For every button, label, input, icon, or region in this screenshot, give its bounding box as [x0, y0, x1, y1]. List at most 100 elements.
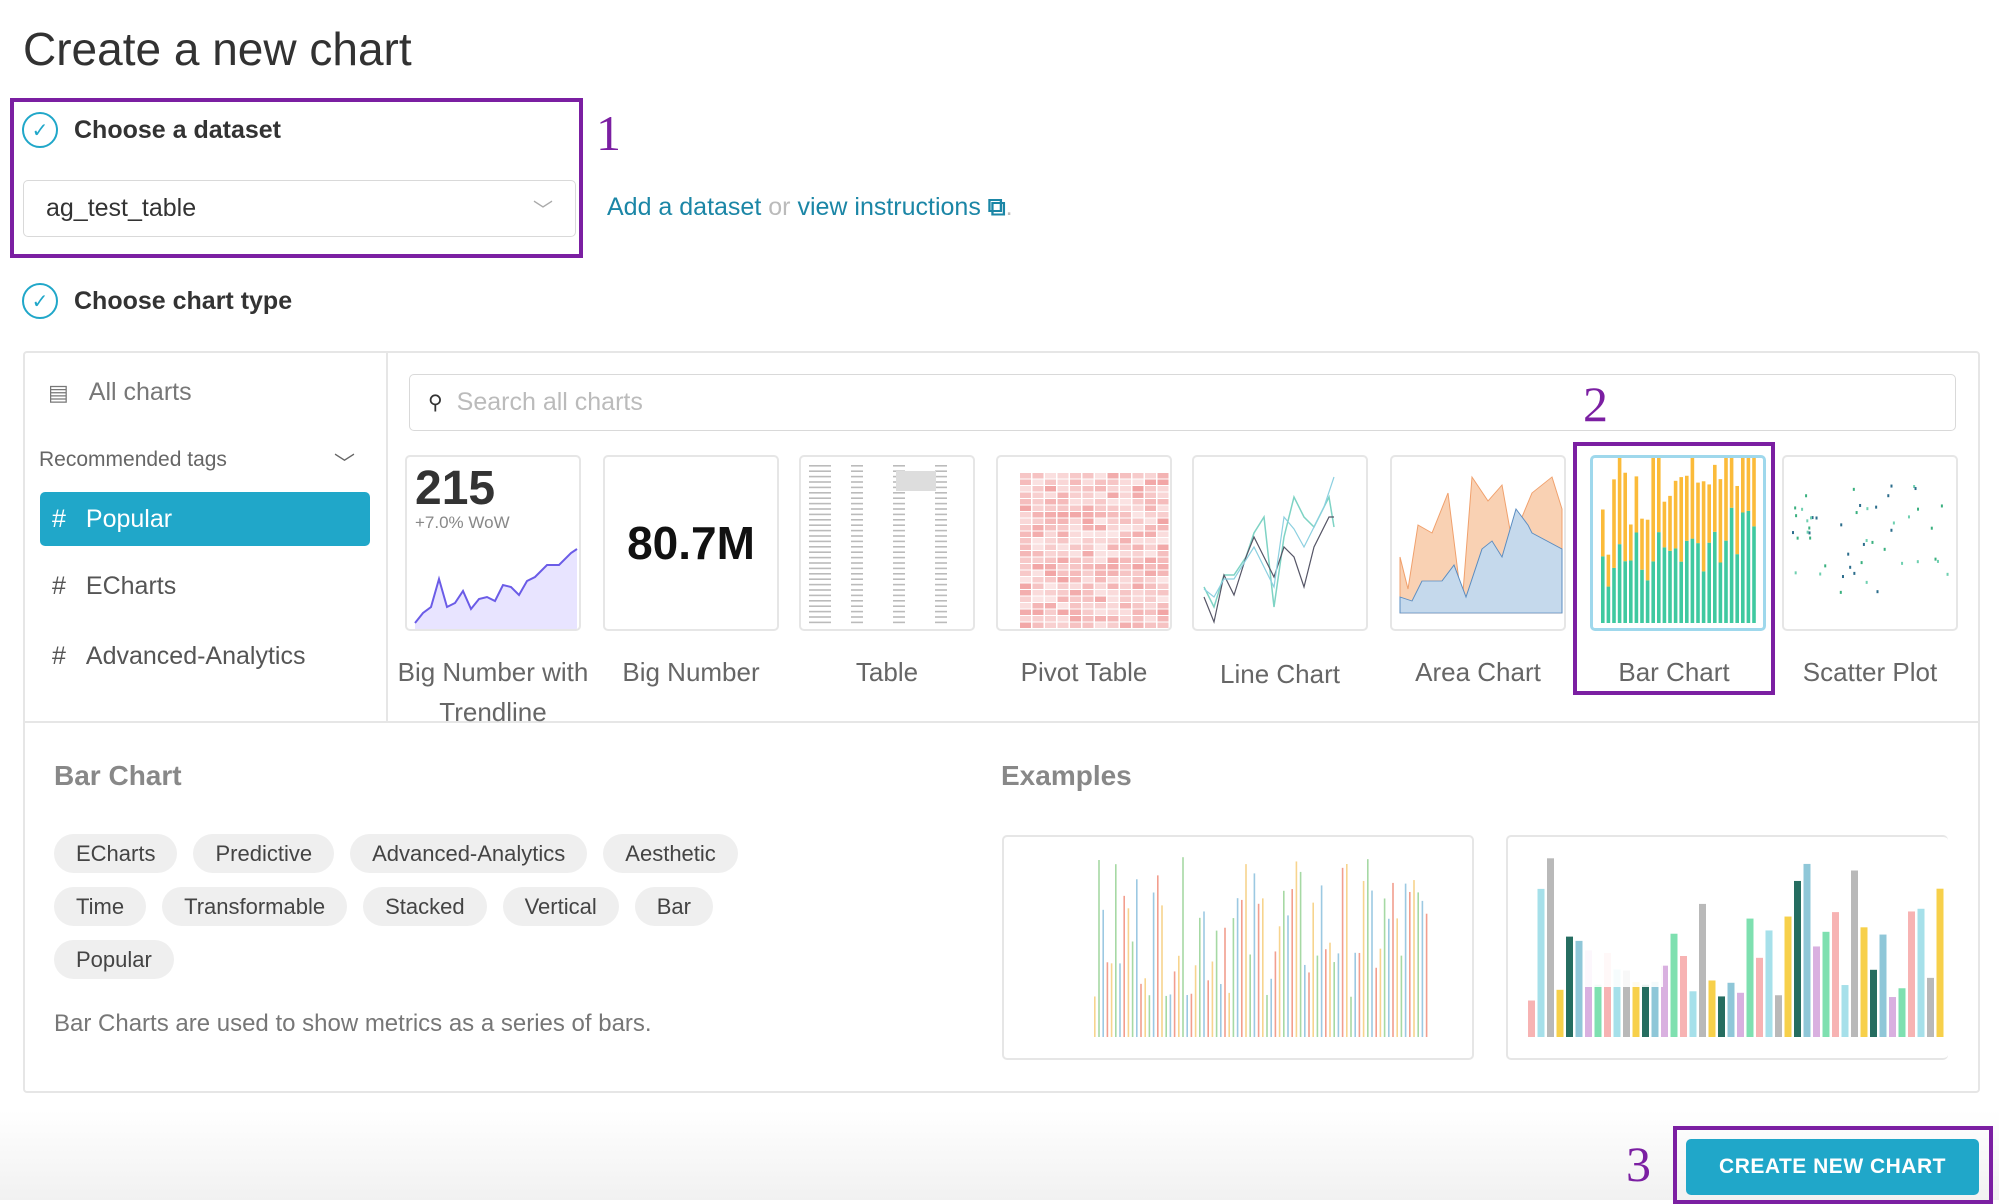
decor-mark [1032, 538, 1044, 544]
decor-mark [1566, 936, 1573, 1037]
sidebar-tag-popular[interactable]: # Popular [40, 492, 370, 546]
decor-mark [1045, 622, 1056, 628]
decor-mark [1070, 505, 1081, 511]
decor-mark [1095, 596, 1106, 602]
scatter-plot-icon [1792, 484, 1949, 594]
decor-mark [1057, 512, 1069, 518]
decor-mark [1132, 616, 1144, 622]
decor-mark [1528, 1000, 1535, 1037]
decor-mark [1045, 616, 1056, 622]
decor-mark [1057, 622, 1069, 628]
decor-mark [851, 502, 863, 505]
decor-mark [1299, 871, 1302, 1037]
decor-mark [1045, 596, 1056, 602]
chart-thumb-big-number-trendline[interactable]: 215 +7.0% WoW [405, 455, 581, 631]
external-link-icon[interactable]: ⧉ [988, 193, 1006, 221]
decor-mark [1070, 590, 1081, 596]
decor-mark [893, 551, 905, 553]
decor-mark [809, 562, 831, 564]
sidebar-tag-echarts[interactable]: # ECharts [52, 572, 176, 601]
chart-thumb-big-number[interactable]: 80.7M [603, 455, 779, 631]
decor-mark [1207, 980, 1209, 1037]
decor-mark [1145, 512, 1156, 518]
annotation-number-3: 3 [1626, 1136, 1651, 1192]
decor-mark [1898, 988, 1906, 1037]
decor-mark [1794, 506, 1797, 510]
chart-thumb-pivot-table[interactable] [996, 455, 1172, 631]
decor-mark [1095, 512, 1106, 518]
decor-mark [1095, 583, 1106, 589]
decor-mark [851, 600, 863, 602]
decor-mark [1045, 583, 1056, 589]
decor-mark [1169, 994, 1172, 1037]
chart-thumb-table[interactable] [799, 455, 975, 631]
decor-mark [1020, 557, 1031, 563]
decor-mark [1930, 526, 1933, 530]
decor-mark [809, 502, 831, 505]
decor-mark [1199, 917, 1201, 1037]
decor-mark [1860, 927, 1868, 1037]
decor-mark [809, 573, 831, 575]
decor-mark [1847, 552, 1850, 556]
decor-mark [1082, 479, 1094, 485]
decor-mark [935, 502, 947, 505]
decor-mark [1032, 531, 1044, 537]
chart-label: Line Chart [1220, 659, 1340, 689]
decor-mark [1020, 518, 1031, 524]
annotation-box-3 [1673, 1126, 1993, 1204]
decor-mark [1107, 531, 1119, 537]
decor-mark [1123, 895, 1125, 1037]
decor-mark [1120, 512, 1131, 518]
decor-mark [1045, 557, 1056, 563]
decor-mark [809, 610, 831, 613]
decor-mark [1936, 559, 1939, 563]
label: Recommended tags [39, 448, 227, 471]
decor-mark [1070, 512, 1081, 518]
sidebar-item-all-charts[interactable]: ▤ All charts [48, 378, 192, 407]
chart-thumb-area-chart[interactable] [1390, 455, 1566, 631]
decor-mark [935, 492, 947, 494]
table-icon [809, 465, 947, 624]
decor-mark [1851, 870, 1858, 1037]
decor-mark [1120, 531, 1131, 537]
decor-mark [1045, 486, 1056, 492]
decor-mark [851, 605, 863, 607]
decor-mark [1145, 577, 1156, 583]
decor-mark [1727, 982, 1735, 1037]
decor-mark [1350, 996, 1352, 1037]
sidebar-tag-advanced-analytics[interactable]: # Advanced-Analytics [52, 642, 305, 671]
search-input[interactable]: ⚲ Search all charts [409, 374, 1956, 431]
decor-mark [1070, 577, 1081, 583]
decor-mark [1032, 609, 1044, 615]
decor-mark [851, 616, 863, 618]
decor-mark [1107, 590, 1119, 596]
decor-mark [1120, 603, 1131, 609]
decor-mark [893, 502, 905, 505]
decor-mark [1670, 933, 1678, 1037]
decor-mark [893, 519, 905, 521]
decor-mark [1102, 909, 1104, 1037]
add-dataset-link[interactable]: Add a dataset [607, 193, 761, 221]
decor-mark [1889, 997, 1896, 1037]
decor-mark [893, 513, 905, 516]
decor-mark [851, 519, 863, 521]
decor-mark [1792, 531, 1795, 535]
decor-mark [1148, 995, 1151, 1037]
chart-label: Big Number with Trendline [397, 657, 589, 727]
recommended-tags-toggle[interactable]: Recommended tags ﹀ [39, 448, 355, 478]
decor-mark [1182, 857, 1184, 1037]
view-instructions-link[interactable]: view instructions [797, 193, 980, 221]
decor-mark [1796, 536, 1799, 540]
decor-mark [1940, 504, 1943, 508]
decor-mark [1057, 479, 1069, 485]
chart-thumb-line-chart[interactable] [1192, 455, 1368, 631]
decor-mark [1082, 544, 1094, 550]
search-placeholder: Search all charts [456, 388, 643, 416]
decor-mark [1082, 557, 1094, 563]
decor-mark [1082, 518, 1094, 524]
decor-mark [1140, 983, 1142, 1037]
decor-mark [1107, 577, 1119, 583]
decor-mark [1045, 499, 1056, 505]
chart-thumb-scatter-plot[interactable] [1782, 455, 1958, 631]
chart-label: Area Chart [1415, 657, 1541, 687]
